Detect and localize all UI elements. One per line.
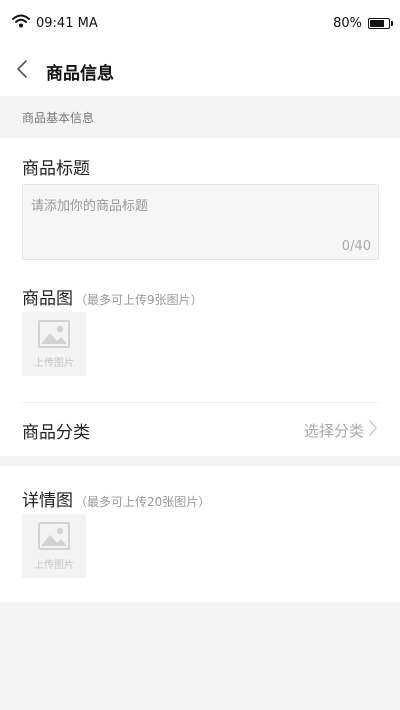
basic-info-card: 商品标题 0/40 商品图（最多可上传9张图片） 上传图片 商品分类 选择分类 (0, 138, 400, 456)
product-title-input[interactable] (23, 185, 378, 259)
status-time: 09:41 MA (36, 15, 98, 31)
product-title-label: 商品标题 (22, 159, 90, 179)
category-value-wrap: 选择分类 (304, 419, 378, 441)
category-value: 选择分类 (303, 421, 364, 440)
chevron-left-icon (16, 59, 28, 83)
battery-percent: 80% (333, 15, 362, 31)
screen: 09:41 MA 80% 商品信息 商品基本信息 商品标题 0/40 商品图（最… (0, 0, 400, 710)
battery-icon (368, 17, 393, 29)
detail-images-card: 详情图 （最多可上传20张图片） 上传图片 (0, 466, 400, 602)
image-icon (38, 319, 70, 352)
title-char-count: 0/40 (341, 239, 371, 254)
detail-images-hint: （最多可上传20张图片） (75, 495, 211, 509)
image-icon (38, 521, 70, 554)
section-header: 商品基本信息 (0, 96, 400, 138)
status-bar: 09:41 MA 80% (0, 0, 400, 46)
status-left: 09:41 MA (12, 14, 98, 32)
wifi-icon (12, 14, 30, 32)
product-images-label: 商品图 （最多可上传9张图片） (22, 284, 203, 309)
detail-images-title: 详情图 (22, 491, 73, 511)
status-right: 80% (333, 15, 393, 31)
product-image-upload-button[interactable]: 上传图片 (22, 312, 86, 376)
category-selector[interactable]: 商品分类 选择分类 (0, 404, 400, 456)
category-label: 商品分类 (22, 422, 90, 443)
detail-images-label: 详情图 （最多可上传20张图片） (22, 486, 210, 511)
product-images-title: 商品图 (22, 289, 73, 309)
product-image-upload-label: 上传图片 (34, 357, 74, 369)
detail-image-upload-button[interactable]: 上传图片 (22, 514, 86, 578)
divider (22, 402, 378, 403)
nav-bar: 商品信息 (0, 46, 400, 96)
detail-image-upload-label: 上传图片 (34, 559, 74, 571)
page-title: 商品信息 (46, 63, 114, 84)
chevron-right-icon (368, 419, 378, 441)
back-button[interactable] (0, 46, 44, 96)
product-title-field: 0/40 (22, 184, 379, 260)
product-images-hint: （最多可上传9张图片） (75, 293, 203, 307)
